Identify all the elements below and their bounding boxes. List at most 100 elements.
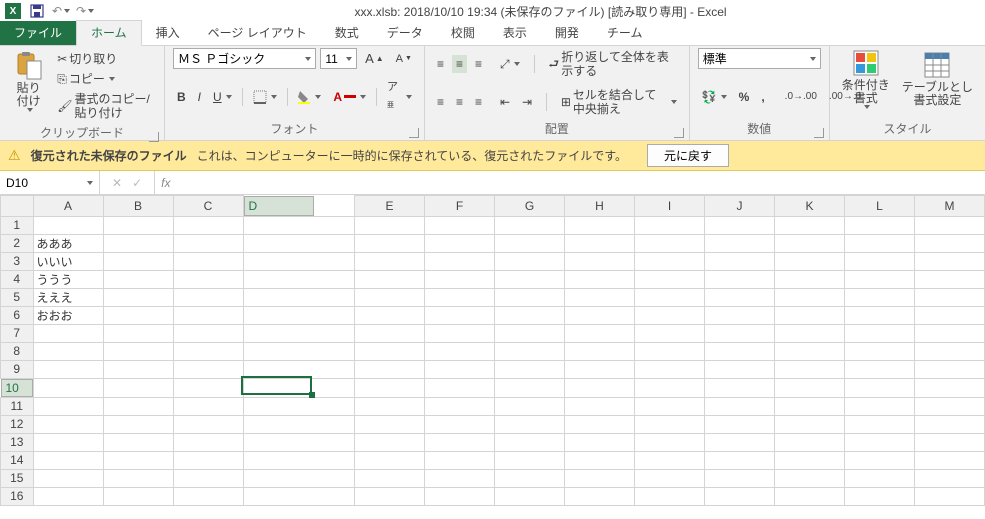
cell[interactable] [355, 234, 425, 252]
cell[interactable] [173, 378, 243, 397]
cell[interactable] [495, 234, 565, 252]
cell[interactable] [33, 378, 103, 397]
percent-button[interactable]: % [735, 88, 754, 106]
cell[interactable] [355, 397, 425, 415]
cell[interactable] [355, 451, 425, 469]
column-header[interactable]: H [565, 196, 635, 217]
cell[interactable] [705, 469, 775, 487]
cell[interactable] [635, 451, 705, 469]
wrap-text-button[interactable]: ⮐折り返して全体を表示する [544, 48, 680, 80]
cell[interactable] [425, 360, 495, 378]
cell[interactable] [775, 451, 845, 469]
cell[interactable] [103, 397, 173, 415]
cell[interactable] [495, 451, 565, 469]
cell[interactable] [355, 360, 425, 378]
row-header[interactable]: 12 [1, 415, 34, 433]
align-launcher-icon[interactable] [674, 128, 684, 138]
cell[interactable] [915, 360, 985, 378]
cell[interactable] [425, 234, 495, 252]
cell[interactable]: おおお [33, 306, 103, 324]
cell[interactable] [355, 415, 425, 433]
tab-dev[interactable]: 開発 [541, 21, 593, 45]
cell[interactable] [425, 397, 495, 415]
cell[interactable] [425, 469, 495, 487]
cell[interactable] [915, 216, 985, 234]
accounting-button[interactable]: 💱 [698, 88, 731, 106]
align-top-button[interactable]: ≡ [433, 55, 448, 73]
cell[interactable] [565, 487, 635, 505]
decrease-font-button[interactable]: A▼ [392, 50, 416, 68]
cell[interactable] [635, 378, 705, 397]
cell[interactable] [103, 451, 173, 469]
indent-dec-button[interactable]: ⇤ [496, 93, 514, 111]
tab-file[interactable]: ファイル [0, 21, 76, 45]
cell[interactable] [425, 270, 495, 288]
cell[interactable] [495, 288, 565, 306]
cell[interactable] [845, 324, 915, 342]
cell[interactable] [635, 252, 705, 270]
cell[interactable] [845, 451, 915, 469]
cell[interactable] [915, 378, 985, 397]
column-header[interactable]: I [635, 196, 705, 217]
cell[interactable] [845, 216, 915, 234]
paste-button[interactable]: 貼り付け [8, 48, 49, 114]
cell[interactable] [33, 360, 103, 378]
cell[interactable] [425, 451, 495, 469]
cell[interactable] [243, 415, 355, 433]
cell[interactable] [243, 342, 355, 360]
orientation-button[interactable]: ⤢ [496, 55, 524, 73]
cell[interactable] [495, 487, 565, 505]
cell[interactable] [355, 288, 425, 306]
cell[interactable] [425, 288, 495, 306]
row-header[interactable]: 7 [1, 324, 34, 342]
column-header[interactable]: J [705, 196, 775, 217]
cell[interactable]: ううう [33, 270, 103, 288]
cell[interactable] [775, 487, 845, 505]
cell[interactable]: あああ [33, 234, 103, 252]
tab-data[interactable]: データ [373, 21, 437, 45]
cell[interactable] [705, 306, 775, 324]
cell[interactable] [775, 433, 845, 451]
column-header[interactable]: D [244, 196, 314, 216]
select-all-corner[interactable] [1, 196, 34, 217]
cell[interactable] [243, 324, 355, 342]
cell[interactable] [355, 270, 425, 288]
cell[interactable]: いいい [33, 252, 103, 270]
copy-button[interactable]: ⎘コピー [53, 70, 156, 88]
cell[interactable] [915, 451, 985, 469]
cell[interactable] [33, 216, 103, 234]
cell[interactable] [495, 378, 565, 397]
underline-button[interactable]: U [209, 88, 236, 106]
cell[interactable] [355, 342, 425, 360]
cell[interactable] [705, 342, 775, 360]
cell[interactable] [705, 324, 775, 342]
cell[interactable] [635, 216, 705, 234]
tab-view[interactable]: 表示 [489, 21, 541, 45]
cell[interactable] [635, 397, 705, 415]
cell[interactable] [915, 397, 985, 415]
cell[interactable] [775, 234, 845, 252]
conditional-format-button[interactable]: 条件付き 書式 [838, 45, 894, 111]
column-header[interactable]: G [495, 196, 565, 217]
font-name-select[interactable]: ＭＳ Ｐゴシック [173, 48, 316, 69]
cell[interactable] [845, 306, 915, 324]
cell[interactable] [425, 415, 495, 433]
cell[interactable] [103, 415, 173, 433]
cell[interactable] [775, 360, 845, 378]
name-box[interactable]: D10 [0, 171, 100, 194]
cell[interactable] [635, 270, 705, 288]
cell[interactable] [635, 487, 705, 505]
qat-redo-icon[interactable]: ↷ [74, 1, 96, 21]
cell[interactable] [915, 342, 985, 360]
row-header[interactable]: 13 [1, 433, 34, 451]
cell[interactable] [495, 397, 565, 415]
column-header[interactable]: B [103, 196, 173, 217]
cell[interactable] [243, 397, 355, 415]
cell[interactable] [565, 360, 635, 378]
format-as-table-button[interactable]: テーブルとし 書式設定 [898, 47, 977, 109]
cell[interactable] [243, 378, 355, 397]
phonetic-button[interactable]: ア亜 [383, 78, 416, 115]
cell[interactable] [495, 324, 565, 342]
cell[interactable] [845, 360, 915, 378]
cut-button[interactable]: ✂切り取り [53, 50, 156, 68]
